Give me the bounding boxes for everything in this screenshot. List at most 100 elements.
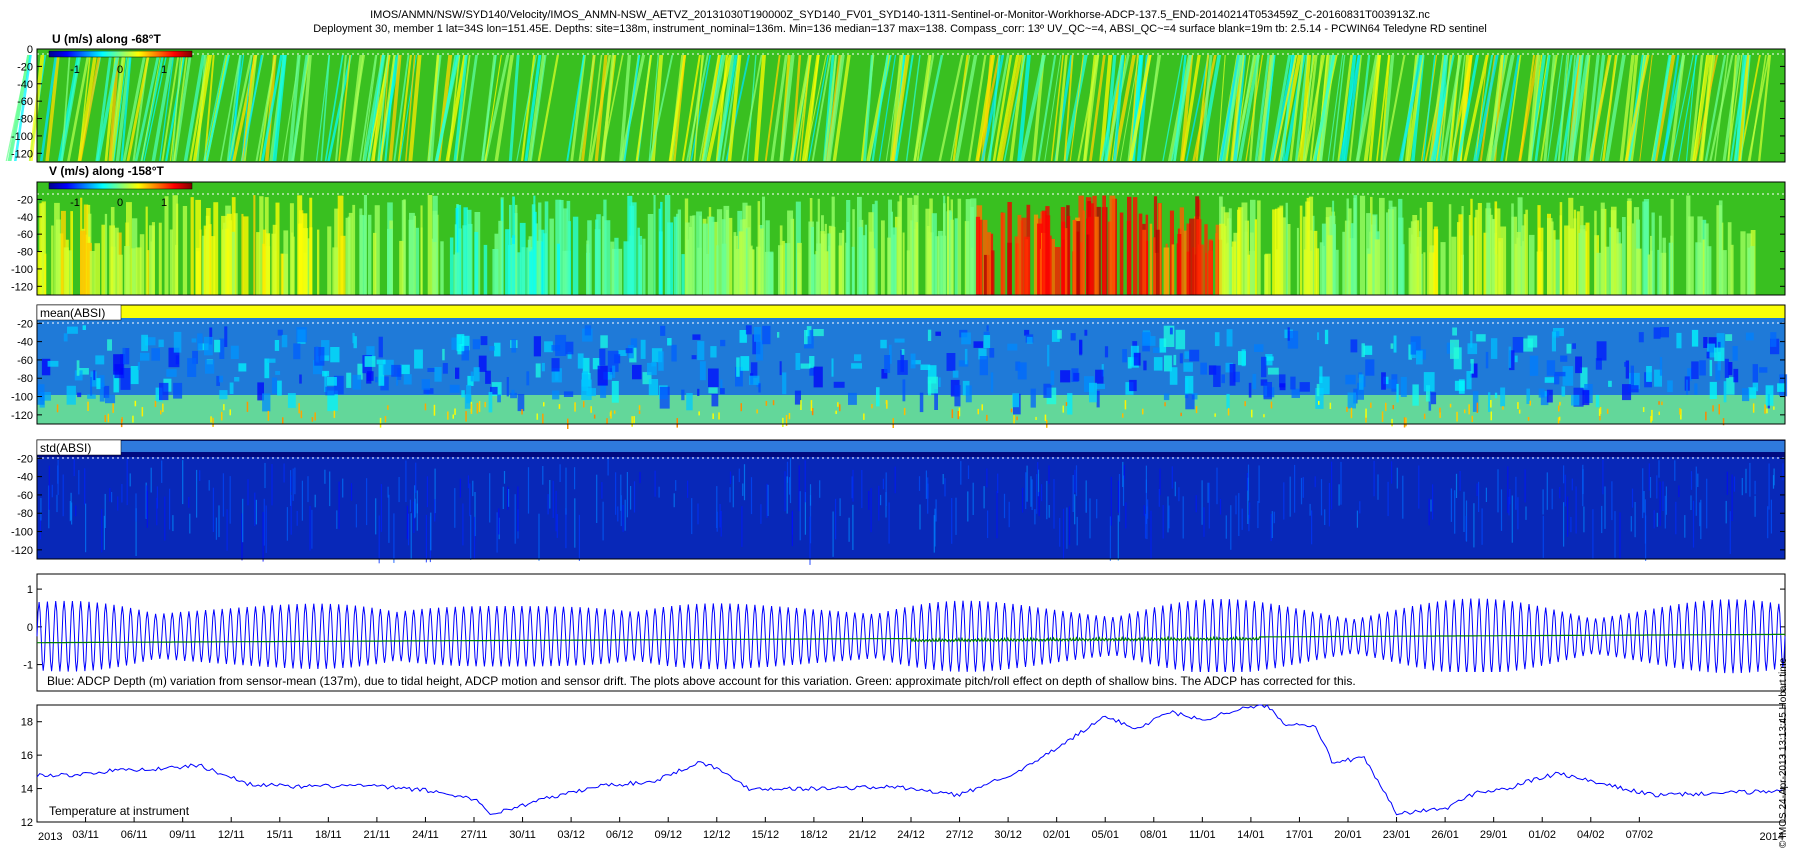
mean-absi-cell xyxy=(1254,344,1264,352)
v-heatmap-cell xyxy=(943,203,946,295)
mean-absi-cell xyxy=(1527,335,1538,348)
std-absi-cell xyxy=(1782,463,1784,481)
v-heatmap-cell xyxy=(515,204,518,295)
mean-absi-cell xyxy=(691,355,697,360)
std-absi-cell xyxy=(1731,474,1733,521)
std-absi-cell xyxy=(229,476,231,524)
v-heatmap-cell xyxy=(243,216,249,295)
mean-absi-cell xyxy=(1073,372,1080,382)
std-absi-cell xyxy=(1048,505,1050,518)
mean-absi-cell xyxy=(584,325,592,336)
std-absi-cell xyxy=(1497,469,1499,513)
v-heatmap-cell xyxy=(210,236,216,295)
v-heatmap-cell xyxy=(1319,242,1324,295)
mean-absi-cell xyxy=(1329,402,1332,409)
mean-absi-cell xyxy=(1381,411,1384,422)
std-absi-cell xyxy=(1201,480,1203,525)
v-heatmap-cell xyxy=(440,241,444,295)
std-absi-cell xyxy=(212,487,214,532)
mean-absi-cell xyxy=(1195,406,1198,414)
v-heatmap-cell xyxy=(1327,235,1333,295)
std-absi-cell xyxy=(1273,511,1275,524)
mean-absi-cell xyxy=(112,403,114,413)
std-absi-cell xyxy=(1168,505,1170,529)
std-absi-cell xyxy=(542,466,544,485)
std-absi-y-tick-label: -100 xyxy=(11,527,33,539)
std-absi-cell xyxy=(601,482,603,499)
mean-absi-cell xyxy=(543,402,545,407)
v-heatmap-cell xyxy=(1631,223,1635,295)
v-heatmap-cell xyxy=(195,199,201,295)
time-tick-label: 18/12 xyxy=(800,829,828,841)
std-absi-cell xyxy=(1089,498,1091,539)
mean-absi-cell xyxy=(1598,408,1601,416)
v-heatmap-cell xyxy=(696,211,702,295)
mean-absi-cell xyxy=(134,400,137,407)
mean-absi-cell xyxy=(1142,332,1151,346)
std-absi-cell xyxy=(1656,475,1658,499)
mean-absi-cell xyxy=(910,353,916,369)
v-heatmap-cell xyxy=(954,218,958,295)
std-absi-cell xyxy=(292,468,294,501)
mean-absi-cell xyxy=(1129,379,1137,392)
mean-absi-cell xyxy=(166,369,177,377)
v-heatmap-cell xyxy=(359,214,364,295)
mean-absi-cell xyxy=(1752,403,1755,413)
mean-absi-cell xyxy=(1691,329,1699,347)
std-absi-cell xyxy=(1726,471,1728,495)
mean-absi-cell xyxy=(506,377,509,397)
std-absi-cell xyxy=(169,488,171,530)
mean-absi-cell xyxy=(281,334,288,348)
v-y-tick-label: -100 xyxy=(11,264,33,276)
std-absi-cell xyxy=(1207,482,1209,503)
v-heatmap-cell xyxy=(1427,202,1433,295)
std-absi-cell xyxy=(1699,502,1701,527)
mean-absi-cell xyxy=(535,363,541,378)
v-heatmap-cell xyxy=(881,220,885,295)
v-heatmap-cell xyxy=(1537,205,1541,295)
depth-y-tick-label: 1 xyxy=(27,584,33,596)
v-heatmap-cell xyxy=(409,212,415,295)
time-tick-label: 02/01 xyxy=(1043,829,1071,841)
mean-absi-cell xyxy=(315,346,319,362)
mean-absi-cell xyxy=(606,418,608,424)
v-heatmap-cell xyxy=(512,244,516,295)
mean-absi-y-tick-label: -100 xyxy=(11,392,33,404)
v-heatmap-cell xyxy=(871,248,876,295)
mean-absi-cell xyxy=(1370,402,1372,408)
mean-absi-cell xyxy=(740,356,750,371)
mean-absi-cell xyxy=(1759,367,1768,373)
v-heatmap-cell xyxy=(658,208,661,295)
std-absi-cell xyxy=(622,504,624,532)
mean-absi-cell xyxy=(927,329,932,341)
mean-absi-cell xyxy=(494,342,501,357)
std-absi-cell xyxy=(1230,505,1232,550)
std-absi-cell xyxy=(1582,469,1584,495)
v-heatmap-cell xyxy=(1219,223,1225,295)
mean-absi-cell xyxy=(720,388,725,395)
mean-absi-cell xyxy=(93,370,96,381)
mean-absi-cell xyxy=(173,382,183,399)
std-absi-cell xyxy=(804,460,806,503)
std-absi-cell xyxy=(57,460,59,495)
mean-absi-cell xyxy=(449,384,460,393)
mean-absi-cell xyxy=(105,394,116,404)
v-heatmap-cell xyxy=(1152,237,1156,295)
depth-annotation: Blue: ADCP Depth (m) variation from sens… xyxy=(47,674,1356,688)
std-absi-cell xyxy=(215,517,217,540)
v-heatmap-cell xyxy=(175,244,178,295)
mean-absi-cell xyxy=(387,405,389,410)
v-heatmap-cell xyxy=(1054,247,1061,295)
mean-absi-cell xyxy=(367,371,374,381)
mean-absi-cell xyxy=(745,325,752,335)
mean-absi-cell xyxy=(583,401,585,408)
time-tick-label: 24/11 xyxy=(412,829,439,841)
mean-absi-cell xyxy=(671,344,677,362)
std-absi-cell xyxy=(265,505,267,553)
time-tick-label: 30/11 xyxy=(509,829,536,841)
std-absi-cell xyxy=(888,502,890,544)
std-absi-cell xyxy=(1338,484,1340,506)
v-heatmap-cell xyxy=(1448,204,1452,295)
std-absi-cell xyxy=(40,497,42,521)
std-absi-cell xyxy=(658,486,660,498)
